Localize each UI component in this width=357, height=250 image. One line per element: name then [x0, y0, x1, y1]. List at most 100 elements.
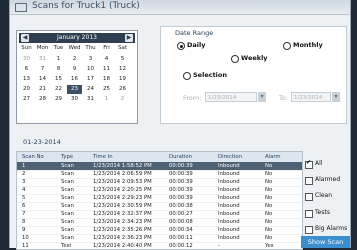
table-cell: Inbound: [218, 219, 240, 225]
calendar-day[interactable]: 31: [83, 95, 98, 104]
table-cell: Inbound: [218, 227, 240, 233]
table-row[interactable]: 6 Scan 1/23/2014 2:30:59 PM 00:00:38 Inbound…: [17, 202, 302, 210]
table-cell: 1/23/2014 2:40:40 PM: [93, 243, 152, 249]
from-date-input[interactable]: 1/23/2014: [205, 92, 257, 102]
col-direction[interactable]: Direction: [218, 152, 242, 162]
show-scan-button[interactable]: Show Scan: [301, 236, 350, 248]
monthly-radio[interactable]: [283, 42, 291, 50]
calendar-day[interactable]: 30: [19, 55, 34, 64]
weekly-radio[interactable]: [231, 55, 239, 63]
calendar-day[interactable]: 5: [115, 55, 130, 64]
table-cell: 4: [22, 187, 26, 193]
calendar-day[interactable]: 13: [19, 75, 34, 84]
calendar-month-label: January 2013: [19, 33, 135, 43]
col-alarm[interactable]: Alarm: [265, 152, 281, 162]
calendar-dow: Sat: [117, 45, 128, 51]
col-scan-no[interactable]: Scan No: [22, 152, 44, 162]
calendar-day[interactable]: 10: [83, 65, 98, 74]
clean-checkbox[interactable]: [305, 193, 313, 201]
table-cell: No: [265, 163, 273, 169]
calendar-day[interactable]: 11: [99, 65, 114, 74]
to-dropdown-icon[interactable]: ▾: [332, 92, 340, 102]
alarmed-checkbox[interactable]: [305, 177, 313, 185]
col-type[interactable]: Type: [61, 152, 73, 162]
daily-radio[interactable]: [177, 42, 185, 50]
calendar-day[interactable]: 15: [51, 75, 66, 84]
calendar-day[interactable]: 28: [35, 95, 50, 104]
table-cell: 00:00:39: [169, 163, 193, 169]
table-row[interactable]: 3 Scan 1/23/2014 2:09:53 PM 00:00:39 Inbound…: [17, 178, 302, 186]
table-cell: No: [265, 211, 273, 217]
calendar-day[interactable]: 1: [99, 95, 114, 104]
table-row[interactable]: 2 Scan 1/23/2014 2:06:59 PM 00:00:39 Inbound…: [17, 170, 302, 178]
table-row[interactable]: 5 Scan 1/23/2014 2:29:23 PM 00:00:39 Inbound…: [17, 194, 302, 202]
table-cell: 8: [22, 219, 26, 225]
calendar-day[interactable]: 24: [83, 85, 98, 94]
calendar-dow: Thu: [85, 45, 96, 51]
calendar-day[interactable]: 6: [19, 65, 34, 74]
table-cell: 1/23/2014 2:36:23 PM: [93, 235, 152, 241]
calendar-day[interactable]: 18: [99, 75, 114, 84]
table-cell: 00:00:39: [169, 187, 193, 193]
calendar-day[interactable]: 2: [67, 55, 82, 64]
calendar-day[interactable]: 23: [67, 85, 82, 94]
calendar-day[interactable]: 1: [51, 55, 66, 64]
calendar-day[interactable]: 9: [67, 65, 82, 74]
calendar-day[interactable]: 14: [35, 75, 50, 84]
col-duration[interactable]: Duration: [169, 152, 192, 162]
table-cell: No: [265, 227, 273, 233]
calendar-day[interactable]: 20: [19, 85, 34, 94]
calendar-dow: Sun: [21, 45, 32, 51]
table-cell: Scan: [61, 219, 74, 225]
table-cell: Scan: [61, 235, 74, 241]
calendar-day[interactable]: 26: [115, 85, 130, 94]
table-row[interactable]: 8 Scan 1/23/2014 2:34:23 PM 00:00:08 Inbound…: [17, 218, 302, 226]
from-label: From:: [183, 94, 202, 102]
calendar-day[interactable]: 19: [115, 75, 130, 84]
calendar-day[interactable]: 17: [83, 75, 98, 84]
calendar[interactable]: January 2013 ◀ ▶ Sun Mon Tue Wed Thu Fri Sat 30…: [16, 30, 138, 124]
col-time-in[interactable]: Time In: [93, 152, 113, 162]
table-cell: 1: [22, 163, 26, 169]
table-row[interactable]: 9 Scan 1/23/2014 2:35:26 PM 00:00:34 Inbound…: [17, 226, 302, 234]
calendar-day[interactable]: 2: [115, 95, 130, 104]
table-cell: 9: [22, 227, 26, 233]
calendar-day[interactable]: 22: [51, 85, 66, 94]
table-cell: 2: [22, 171, 26, 177]
table-cell: Inbound: [218, 179, 240, 185]
to-date-input[interactable]: 1/23/2014: [291, 92, 331, 102]
all-label: All: [315, 160, 323, 167]
calendar-day[interactable]: 12: [115, 65, 130, 74]
table-cell: Scan: [61, 227, 74, 233]
calendar-day[interactable]: 21: [35, 85, 50, 94]
calendar-day[interactable]: 29: [51, 95, 66, 104]
table-cell: 00:00:39: [169, 195, 193, 201]
selection-radio[interactable]: [183, 72, 191, 80]
calendar-day[interactable]: 4: [99, 55, 114, 64]
calendar-day[interactable]: 30: [67, 95, 82, 104]
table-cell: 6: [22, 203, 26, 209]
tests-checkbox[interactable]: [305, 210, 313, 218]
calendar-prev-icon[interactable]: ◀: [21, 34, 29, 42]
calendar-day[interactable]: 27: [19, 95, 34, 104]
table-row[interactable]: 4 Scan 1/23/2014 2:20:25 PM 00:00:39 Inbound…: [17, 186, 302, 194]
big-alarms-checkbox[interactable]: [305, 226, 313, 234]
window-icon: [15, 3, 27, 12]
calendar-day[interactable]: 8: [51, 65, 66, 74]
table-cell: 1/23/2014 2:32:37 PM: [93, 211, 152, 217]
all-checkbox[interactable]: [305, 159, 313, 169]
table-row[interactable]: 10 Scan 1/23/2014 2:36:23 PM 00:00:11 Inboun…: [17, 234, 302, 242]
table-row[interactable]: 1 Scan 1/23/2014 1:58:52 PM 00:00:39 Inbound…: [17, 162, 302, 170]
calendar-day[interactable]: 25: [99, 85, 114, 94]
table-row[interactable]: 11 Test 1/23/2014 2:40:40 PM 00:00:12 - Yes: [17, 242, 302, 249]
calendar-day[interactable]: 3: [83, 55, 98, 64]
table-row[interactable]: 7 Scan 1/23/2014 2:32:37 PM 00:00:27 Inbound…: [17, 210, 302, 218]
table-cell: Test: [61, 243, 72, 249]
table-cell: Inbound: [218, 171, 240, 177]
calendar-day[interactable]: 7: [35, 65, 50, 74]
calendar-day[interactable]: 31: [35, 55, 50, 64]
calendar-next-icon[interactable]: ▶: [125, 34, 133, 42]
from-dropdown-icon[interactable]: ▾: [258, 92, 266, 102]
calendar-day[interactable]: 16: [67, 75, 82, 84]
weekly-label: Weekly: [241, 54, 268, 62]
